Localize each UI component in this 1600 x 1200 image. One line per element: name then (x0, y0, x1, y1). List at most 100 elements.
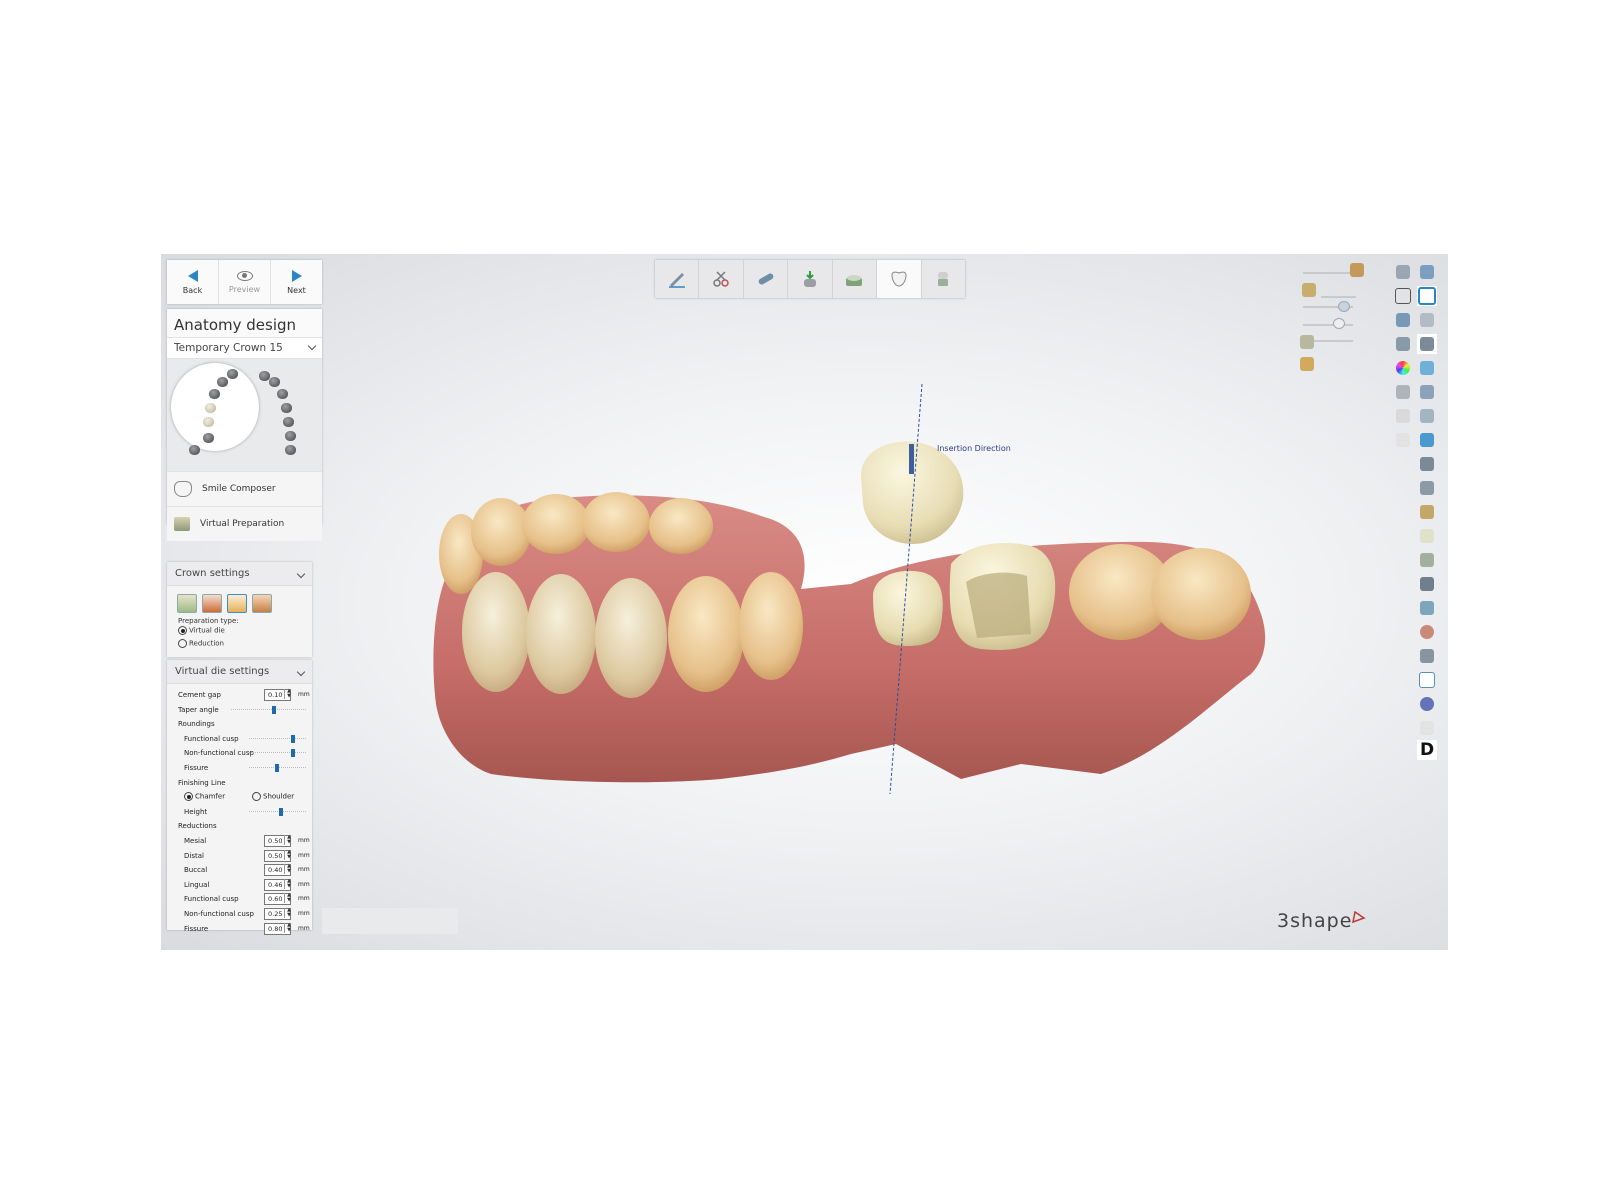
tooth-icon[interactable] (285, 431, 296, 441)
tool-anatomy[interactable] (877, 260, 922, 298)
reduction-spinner[interactable]: ▲ ▼ (284, 907, 293, 918)
tooth-icon[interactable] (285, 445, 296, 455)
smile-composer-item[interactable]: Smile Composer (167, 471, 322, 506)
reduction-spinner[interactable]: ▲ ▼ (284, 834, 293, 845)
slider-knob[interactable] (291, 734, 295, 743)
sculpt-icon[interactable] (1417, 478, 1437, 498)
reduction-spinner[interactable]: ▲ ▼ (284, 849, 293, 860)
reduction-spinner[interactable]: ▲ ▼ (284, 893, 293, 904)
virtual-die[interactable] (873, 543, 1056, 650)
rotate-icon[interactable] (1417, 310, 1437, 330)
tool-scissors[interactable] (699, 260, 744, 298)
back-button[interactable]: Back (167, 260, 219, 304)
jaw-view-icon[interactable] (1417, 334, 1437, 354)
tool-connector[interactable] (744, 260, 789, 298)
slider-knob[interactable] (279, 807, 283, 816)
color-map-icon[interactable] (1417, 694, 1437, 714)
shoulder-option[interactable]: Shoulder (252, 792, 294, 802)
tooth-icon[interactable] (1417, 526, 1437, 546)
anatomy-tool-icon[interactable] (252, 594, 272, 613)
check-box-icon[interactable] (1417, 670, 1437, 690)
margin-tool-icon[interactable] (202, 594, 222, 613)
chamfer-option[interactable]: Chamfer (184, 792, 225, 802)
crown-tool-icon[interactable] (227, 594, 247, 613)
face-icon[interactable] (1417, 622, 1437, 642)
tooth-icon[interactable] (189, 445, 200, 455)
temporary-crown[interactable] (861, 441, 964, 544)
option-reduction[interactable]: Reduction (167, 636, 312, 651)
d-shortcut-button[interactable]: D (1417, 740, 1437, 760)
transparency-icon[interactable] (1417, 430, 1437, 450)
copy-icon[interactable] (1417, 406, 1437, 426)
tooth-icon[interactable] (209, 389, 220, 399)
section-icon[interactable] (1393, 334, 1413, 354)
edit-pen-icon[interactable] (1417, 454, 1437, 474)
visibility-slider[interactable] (1303, 272, 1353, 274)
slider-knob[interactable] (272, 705, 276, 714)
tooth-arch-map[interactable] (167, 359, 322, 471)
taper-angle-slider[interactable] (231, 705, 306, 714)
tooth-icon[interactable] (227, 369, 238, 379)
option-virtual-die[interactable]: Virtual die (167, 625, 312, 636)
cylinder-icon[interactable] (1417, 598, 1437, 618)
slider-knob[interactable] (291, 749, 295, 758)
preview-label: Preview (228, 284, 261, 294)
close-icon[interactable] (1417, 262, 1437, 282)
3d-viewport[interactable] (161, 254, 1448, 950)
virtual-die-header[interactable]: Virtual die settings (167, 660, 312, 684)
next-button[interactable]: Next (271, 260, 322, 304)
page-title: Anatomy design (167, 309, 322, 337)
non-functional-cusp-slider[interactable] (249, 749, 306, 758)
color-wheel-icon[interactable] (1393, 358, 1413, 378)
tool-base[interactable] (833, 260, 878, 298)
ruler-icon[interactable] (1417, 574, 1437, 594)
preview-button[interactable]: Preview (219, 260, 271, 304)
virtual-preparation-item[interactable]: Virtual Preparation (167, 506, 322, 541)
layer-icon[interactable] (1417, 358, 1437, 378)
tool-margin-line[interactable] (655, 260, 700, 298)
tooth-icon[interactable] (203, 433, 214, 443)
slider-knob[interactable] (1338, 301, 1350, 312)
tool-crown-cut[interactable] (922, 260, 965, 298)
warning-icon[interactable] (1417, 646, 1437, 666)
tooth-icon[interactable] (281, 403, 292, 413)
slider-knob[interactable] (275, 763, 279, 772)
crown-visibility-icon[interactable] (1297, 354, 1317, 374)
antagonist-icon[interactable] (1299, 280, 1319, 300)
disabled-icon (1417, 718, 1437, 738)
morph-icon[interactable] (1417, 502, 1437, 522)
axis-icon[interactable] (1393, 286, 1413, 306)
scissors-icon[interactable] (1297, 332, 1317, 352)
model-icon[interactable] (1347, 260, 1367, 280)
reduction-spinner[interactable]: ▲ ▼ (284, 864, 293, 875)
tooth-icon[interactable] (283, 417, 294, 427)
fit-view-icon[interactable] (1417, 286, 1437, 306)
measure-icon[interactable] (1393, 310, 1413, 330)
functional-cusp-slider[interactable] (249, 734, 306, 743)
cement-gap-spinner[interactable]: ▲ ▼ (284, 689, 293, 699)
visibility-slider[interactable] (1303, 324, 1353, 326)
crown-settings-header[interactable]: Crown settings (167, 562, 312, 586)
tooth-icon[interactable] (269, 377, 280, 387)
tooth-icon[interactable] (277, 389, 288, 399)
visibility-slider[interactable] (1321, 296, 1356, 298)
die-icon[interactable] (1417, 550, 1437, 570)
camera-icon[interactable] (1393, 382, 1413, 402)
reduction-label: Non-functional cusp (184, 909, 254, 918)
tooth-icon-selected[interactable] (203, 417, 214, 427)
fissure-round-slider[interactable] (249, 763, 306, 772)
tooth-selector[interactable]: Temporary Crown 15 (167, 337, 322, 359)
reduction-spinner[interactable]: ▲ ▼ (284, 922, 293, 933)
reduction-row: Fissure 0.80 ▲ ▼ mm (167, 922, 312, 937)
tooth-icon[interactable] (217, 377, 228, 387)
reduction-spinner[interactable]: ▲ ▼ (284, 878, 293, 889)
view-cube-icon[interactable] (1393, 262, 1413, 282)
tool-die[interactable] (788, 260, 833, 298)
option-virtual-die-label: Virtual die (189, 626, 225, 635)
slider-knob[interactable] (1333, 318, 1345, 329)
height-slider[interactable] (249, 807, 306, 816)
tooth-outline-icon[interactable] (1393, 406, 1413, 426)
copy-icon[interactable] (1417, 382, 1437, 402)
die-tool-icon[interactable] (177, 594, 197, 613)
tooth-icon-selected[interactable] (205, 403, 216, 413)
